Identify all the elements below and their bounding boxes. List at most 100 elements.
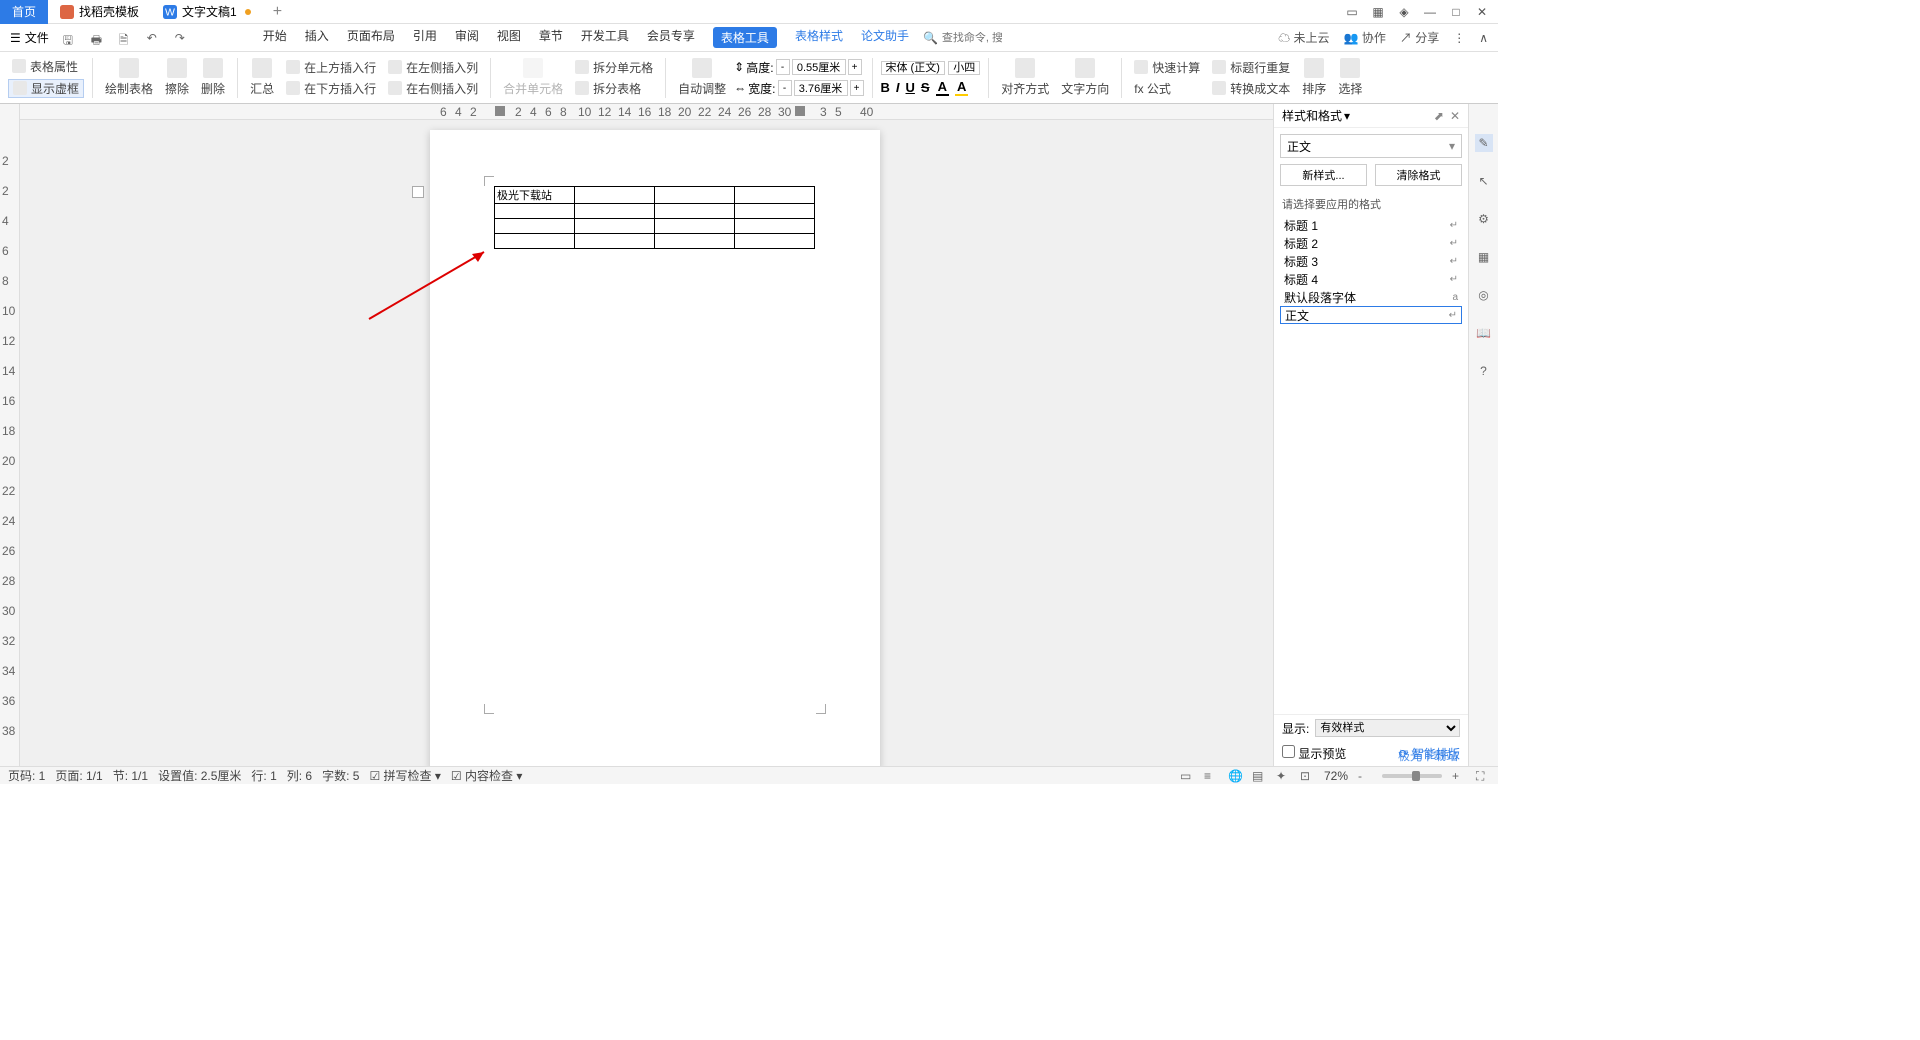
menu-layout[interactable]: 页面布局 bbox=[347, 27, 395, 48]
current-style-select[interactable]: 正文 ▾ bbox=[1280, 134, 1462, 158]
size-select[interactable]: 小四 bbox=[948, 61, 980, 75]
grid-icon[interactable]: ▦ bbox=[1370, 4, 1386, 20]
sb-row[interactable]: 行: 1 bbox=[251, 767, 276, 784]
table-properties-button[interactable]: 表格属性 bbox=[8, 58, 84, 75]
more-icon[interactable]: ⋮ bbox=[1453, 31, 1465, 45]
table-cell[interactable] bbox=[655, 219, 735, 234]
menu-member[interactable]: 会员专享 bbox=[647, 27, 695, 48]
close-button[interactable]: ✕ bbox=[1474, 4, 1490, 20]
align-button[interactable]: 对齐方式 bbox=[997, 54, 1053, 102]
right-marker[interactable] bbox=[795, 106, 805, 116]
style-item-default[interactable]: 默认段落字体a bbox=[1280, 288, 1462, 306]
auto-adjust-button[interactable]: 自动调整 bbox=[674, 54, 730, 102]
print-icon[interactable]: 🖶 bbox=[91, 31, 105, 45]
view-read-icon[interactable]: ▤ bbox=[1252, 769, 1266, 783]
draw-table-button[interactable]: 绘制表格 bbox=[101, 54, 157, 102]
sb-content[interactable]: ☑ 内容检查 ▾ bbox=[451, 767, 522, 784]
preview-icon[interactable]: 🗎 bbox=[119, 31, 133, 45]
table-cell[interactable] bbox=[735, 234, 815, 249]
menu-chapter[interactable]: 章节 bbox=[539, 27, 563, 48]
new-style-button[interactable]: 新样式... bbox=[1280, 164, 1367, 186]
vertical-ruler[interactable]: 224 6810 121416 182022 242628 303234 363… bbox=[0, 104, 20, 766]
table-cell[interactable] bbox=[575, 234, 655, 249]
view-focus-icon[interactable]: ✦ bbox=[1276, 769, 1290, 783]
style-item-h3[interactable]: 标题 3↵ bbox=[1280, 252, 1462, 270]
help-rail-icon[interactable]: ? bbox=[1475, 362, 1493, 380]
pointer-rail-icon[interactable]: ↖ bbox=[1475, 172, 1493, 190]
table-cell[interactable] bbox=[495, 234, 575, 249]
view-page-icon[interactable]: ▭ bbox=[1180, 769, 1194, 783]
formula-button[interactable]: fx 公式 bbox=[1130, 80, 1204, 97]
table-cell[interactable] bbox=[735, 219, 815, 234]
style-item-body[interactable]: 正文↵ bbox=[1280, 306, 1462, 324]
search-box[interactable]: 🔍 bbox=[923, 31, 1002, 45]
tab-template[interactable]: 找稻壳模板 bbox=[48, 0, 151, 24]
split-cell-button[interactable]: 拆分单元格 bbox=[571, 59, 657, 76]
sb-pageno[interactable]: 页码: 1 bbox=[8, 767, 45, 784]
menu-dev[interactable]: 开发工具 bbox=[581, 27, 629, 48]
table-cell[interactable] bbox=[655, 204, 735, 219]
share-button[interactable]: ↗ 分享 bbox=[1400, 29, 1439, 46]
document-table[interactable]: 极光下载站 bbox=[494, 186, 815, 249]
sort-button[interactable]: 排序 bbox=[1298, 54, 1330, 102]
maximize-button[interactable]: □ bbox=[1448, 4, 1464, 20]
font-color-button[interactable]: A bbox=[936, 79, 949, 96]
smart-layout-button[interactable]: ⟳ 智能排版 bbox=[1399, 745, 1460, 762]
sb-chars[interactable]: 字数: 5 bbox=[322, 767, 359, 784]
horizontal-ruler[interactable]: 642 246 81012 141618 202224 262830 3540 bbox=[20, 104, 1273, 120]
indent-marker[interactable] bbox=[495, 106, 505, 116]
pin-icon[interactable]: ⬈ bbox=[1434, 109, 1444, 123]
user-icon[interactable]: ◈ bbox=[1396, 4, 1412, 20]
table-cell[interactable] bbox=[575, 204, 655, 219]
table-cell[interactable] bbox=[495, 219, 575, 234]
sb-section[interactable]: 节: 1/1 bbox=[113, 767, 148, 784]
table-cell[interactable] bbox=[655, 187, 735, 204]
show-frame-button[interactable]: 显示虚框 bbox=[8, 79, 84, 98]
delete-button[interactable]: 删除 bbox=[197, 54, 229, 102]
tab-add-button[interactable]: + bbox=[263, 3, 292, 21]
summary-button[interactable]: 汇总 bbox=[246, 54, 278, 102]
zoom-in-icon[interactable]: + bbox=[1452, 769, 1466, 783]
bold-button[interactable]: B bbox=[881, 80, 890, 95]
settings-rail-icon[interactable]: ⚙ bbox=[1475, 210, 1493, 228]
font-select[interactable]: 宋体 (正文) bbox=[881, 61, 945, 75]
menu-paper[interactable]: 论文助手 bbox=[861, 27, 909, 48]
width-input[interactable] bbox=[794, 80, 848, 96]
width-plus[interactable]: + bbox=[850, 80, 864, 96]
height-plus[interactable]: + bbox=[848, 59, 862, 75]
pencil-rail-icon[interactable]: ✎ bbox=[1475, 134, 1493, 152]
panel-close-icon[interactable]: ✕ bbox=[1450, 109, 1460, 123]
width-minus[interactable]: - bbox=[778, 80, 792, 96]
collapse-ribbon-icon[interactable]: ∧ bbox=[1479, 31, 1488, 45]
to-text-button[interactable]: 转换成文本 bbox=[1208, 80, 1294, 97]
highlight-button[interactable]: A bbox=[955, 79, 968, 96]
insert-left-button[interactable]: 在左侧插入列 bbox=[384, 59, 482, 76]
table-cell[interactable] bbox=[575, 219, 655, 234]
menu-reference[interactable]: 引用 bbox=[413, 27, 437, 48]
table-cell[interactable]: 极光下载站 bbox=[495, 187, 575, 204]
preview-check-input[interactable] bbox=[1282, 745, 1295, 758]
table-cell[interactable] bbox=[735, 187, 815, 204]
menu-table-style[interactable]: 表格样式 bbox=[795, 27, 843, 48]
view-outline-icon[interactable]: ≡ bbox=[1204, 769, 1218, 783]
sb-col[interactable]: 列: 6 bbox=[287, 767, 312, 784]
tab-document[interactable]: W 文字文稿1 bbox=[151, 0, 263, 24]
erase-button[interactable]: 擦除 bbox=[161, 54, 193, 102]
clear-format-button[interactable]: 清除格式 bbox=[1375, 164, 1462, 186]
underline-button[interactable]: U bbox=[906, 80, 915, 95]
minimize-button[interactable]: — bbox=[1422, 4, 1438, 20]
fullscreen-icon[interactable]: ⛶ bbox=[1476, 769, 1490, 783]
menu-view[interactable]: 视图 bbox=[497, 27, 521, 48]
menu-table-tools[interactable]: 表格工具 bbox=[713, 27, 777, 48]
zoom-slider[interactable] bbox=[1382, 774, 1442, 778]
search-input[interactable] bbox=[942, 32, 1002, 44]
document-viewport[interactable]: 642 246 81012 141618 202224 262830 3540 … bbox=[20, 104, 1273, 766]
target-rail-icon[interactable]: ◎ bbox=[1475, 286, 1493, 304]
menu-start[interactable]: 开始 bbox=[263, 27, 287, 48]
select-button[interactable]: 选择 bbox=[1334, 54, 1366, 102]
menu-review[interactable]: 审阅 bbox=[455, 27, 479, 48]
table-cell[interactable] bbox=[735, 204, 815, 219]
gallery-rail-icon[interactable]: ▦ bbox=[1475, 248, 1493, 266]
quick-calc-button[interactable]: 快速计算 bbox=[1130, 59, 1204, 76]
style-item-h2[interactable]: 标题 2↵ bbox=[1280, 234, 1462, 252]
